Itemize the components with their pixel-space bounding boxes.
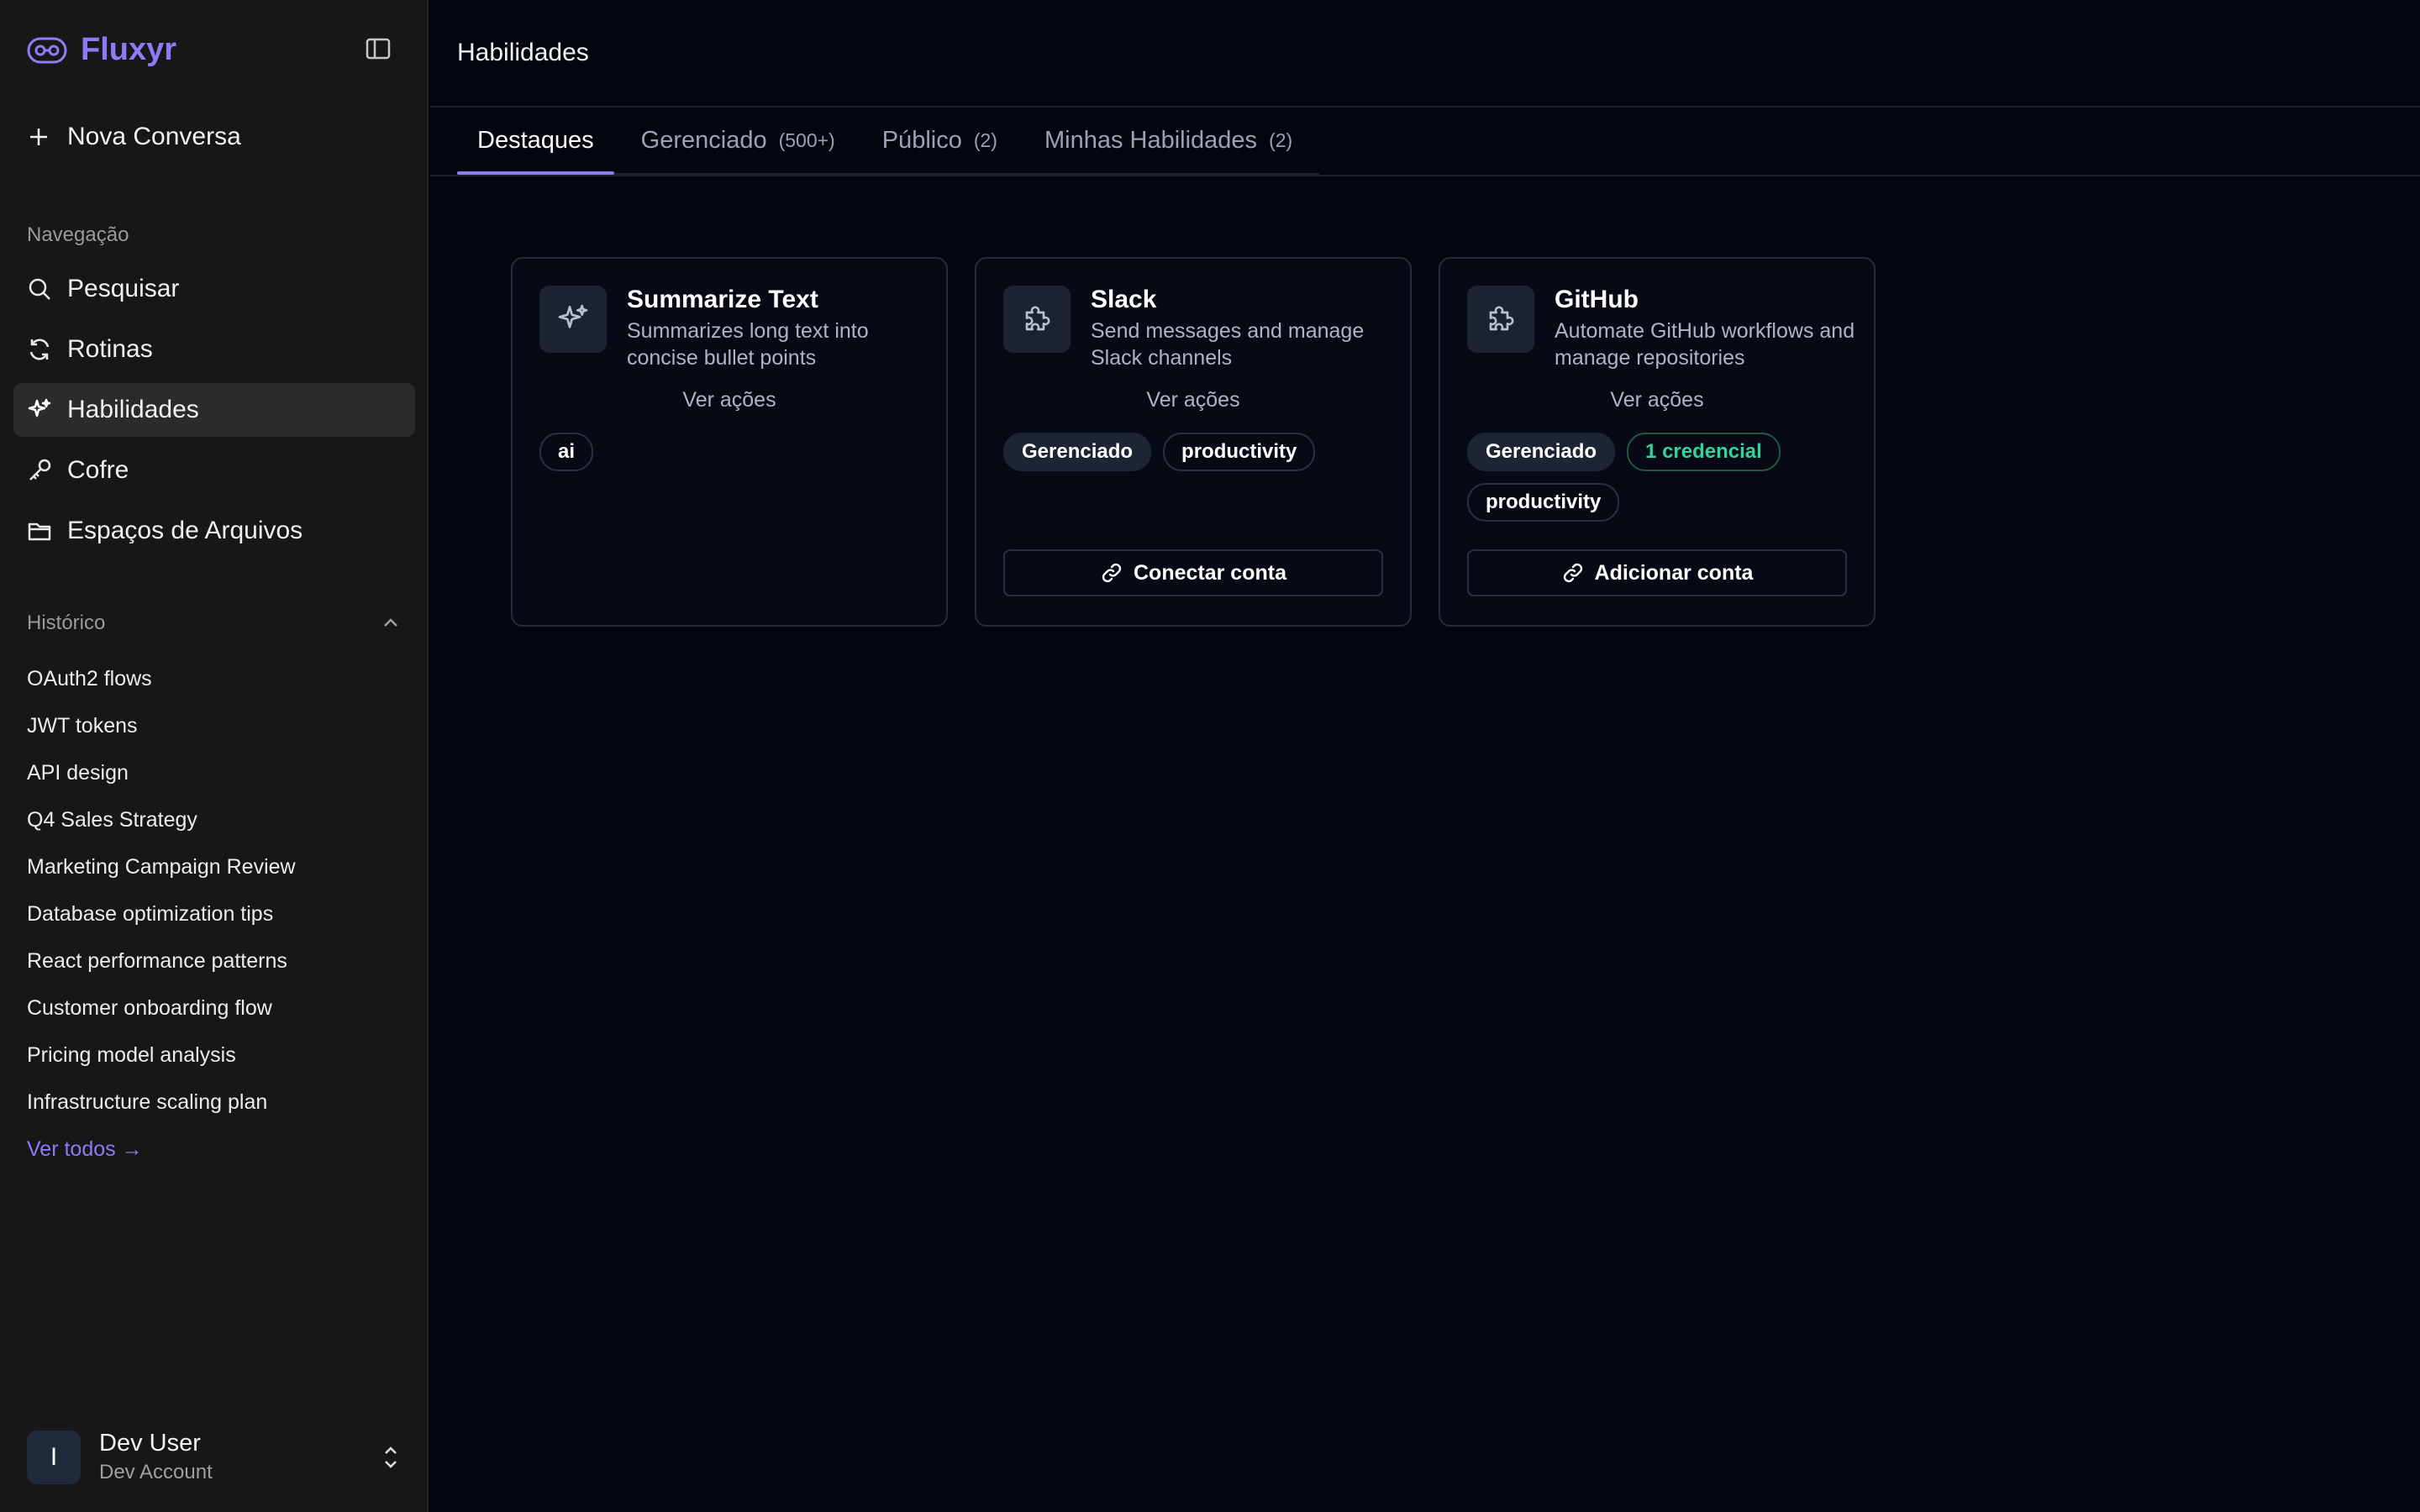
tab-label: Destaques (477, 126, 594, 154)
sidebar-item-label: Pesquisar (67, 275, 180, 302)
card-description: Summarizes long text into concise bullet… (627, 319, 869, 370)
history-item[interactable]: Customer onboarding flow (27, 984, 296, 1032)
tag-managed: Gerenciado (1003, 433, 1152, 471)
tab-my-skills[interactable]: Minhas Habilidades (2) (1024, 108, 1313, 173)
card-title: GitHub (1555, 286, 1639, 313)
main-content: Habilidades Destaques Gerenciado (500+) … (430, 0, 2420, 1512)
puzzle-icon (1467, 286, 1534, 353)
connect-account-button[interactable]: Conectar conta (1003, 549, 1383, 596)
history-item[interactable]: JWT tokens (27, 702, 296, 749)
skill-card-slack[interactable]: Slack Send messages and manage Slack cha… (975, 257, 1412, 627)
sidebar-item-label: Espaços de Arquivos (67, 517, 303, 544)
card-title: Slack (1091, 286, 1157, 313)
tag-managed: Gerenciado (1467, 433, 1616, 471)
tab-managed[interactable]: Gerenciado (500+) (621, 108, 855, 173)
skill-card-summarize-text[interactable]: Summarize Text Summarizes long text into… (511, 257, 948, 627)
history-item[interactable]: API design (27, 749, 296, 796)
history-item[interactable]: OAuth2 flows (27, 655, 296, 702)
user-menu[interactable]: I Dev User Dev Account (27, 1430, 402, 1484)
logo-icon (27, 35, 67, 66)
tab-label: Público (881, 126, 962, 154)
tag: productivity (1467, 483, 1620, 522)
plus-icon (27, 125, 50, 149)
history-item[interactable]: React performance patterns (27, 937, 296, 984)
tab-label: Minhas Habilidades (1044, 126, 1258, 154)
nav-list: Pesquisar Rotinas Habilidades Cofre Espa… (13, 262, 415, 564)
history-item[interactable]: Infrastructure scaling plan (27, 1079, 296, 1126)
user-account: Dev Account (99, 1461, 213, 1483)
user-info: Dev User Dev Account (99, 1430, 361, 1484)
history-item[interactable]: Marketing Campaign Review (27, 843, 296, 890)
link-icon (1561, 561, 1585, 585)
tag: ai (539, 433, 594, 471)
key-icon (27, 458, 52, 483)
button-label: Conectar conta (1134, 560, 1286, 585)
tab-label: Gerenciado (640, 126, 767, 154)
history-item[interactable]: Pricing model analysis (27, 1032, 296, 1079)
history-header[interactable]: Histórico (27, 612, 402, 635)
sidebar-item-label: Cofre (67, 456, 129, 484)
button-label: Adicionar conta (1594, 560, 1754, 585)
refresh-icon (27, 337, 52, 362)
tag-list: ai (539, 433, 919, 471)
page-title: Habilidades (457, 39, 589, 66)
brand-name: Fluxyr (81, 32, 177, 67)
history-list: OAuth2 flows JWT tokens API design Q4 Sa… (27, 655, 296, 1173)
card-description: Send messages and manage Slack channels (1091, 319, 1365, 370)
link-icon (1100, 561, 1123, 585)
card-title: Summarize Text (627, 286, 818, 313)
chevron-up-down-icon[interactable] (380, 1443, 402, 1472)
tag-credential: 1 credencial (1627, 433, 1781, 471)
folder-icon (27, 518, 52, 543)
sidebar-item-file-spaces[interactable]: Espaços de Arquivos (13, 504, 415, 558)
view-actions-link[interactable]: Ver ações (1467, 388, 1847, 412)
puzzle-icon (1003, 286, 1071, 353)
skill-cards: Summarize Text Summarizes long text into… (511, 257, 1876, 627)
sparkle-icon (539, 286, 607, 353)
sidebar: Fluxyr Nova Conversa Navegação Pesquisar (0, 0, 429, 1512)
new-chat-label: Nova Conversa (67, 123, 241, 150)
sidebar-item-search[interactable]: Pesquisar (13, 262, 415, 316)
tab-count: (2) (1269, 129, 1293, 151)
avatar: I (27, 1430, 81, 1484)
tab-count: (2) (973, 129, 997, 151)
skill-card-github[interactable]: GitHub Automate GitHub workflows and man… (1439, 257, 1876, 627)
tag: productivity (1163, 433, 1316, 471)
nav-section-label: Navegação (27, 223, 129, 246)
search-icon (27, 276, 52, 302)
sparkle-icon (27, 397, 52, 423)
tag-list: Gerenciado productivity (1003, 433, 1383, 471)
chevron-up-icon[interactable] (380, 612, 402, 634)
view-all-link[interactable]: Ver todos → (27, 1126, 296, 1173)
tab-count: (500+) (778, 129, 835, 151)
sidebar-item-label: Rotinas (67, 335, 153, 363)
user-name: Dev User (99, 1430, 201, 1457)
tab-public[interactable]: Público (2) (862, 108, 1018, 173)
sidebar-item-label: Habilidades (67, 396, 199, 423)
sidebar-item-vault[interactable]: Cofre (13, 444, 415, 497)
new-chat-button[interactable]: Nova Conversa (27, 123, 241, 151)
history-item[interactable]: Q4 Sales Strategy (27, 796, 296, 843)
add-account-button[interactable]: Adicionar conta (1467, 549, 1847, 596)
card-description: Automate GitHub workflows and manage rep… (1555, 319, 1855, 370)
tab-featured[interactable]: Destaques (457, 108, 614, 175)
sidebar-item-routines[interactable]: Rotinas (13, 323, 415, 376)
sidebar-toggle-icon[interactable] (365, 35, 398, 66)
tag-list: Gerenciado 1 credencial productivity (1467, 433, 1847, 522)
tabs-divider (430, 175, 2420, 176)
history-item[interactable]: Database optimization tips (27, 890, 296, 937)
sidebar-item-skills[interactable]: Habilidades (13, 383, 415, 437)
tab-bar: Destaques Gerenciado (500+) Público (2) … (457, 108, 1320, 175)
brand[interactable]: Fluxyr (27, 32, 176, 68)
view-actions-link[interactable]: Ver ações (1003, 388, 1383, 412)
history-label: Histórico (27, 612, 106, 634)
view-actions-link[interactable]: Ver ações (539, 388, 919, 412)
